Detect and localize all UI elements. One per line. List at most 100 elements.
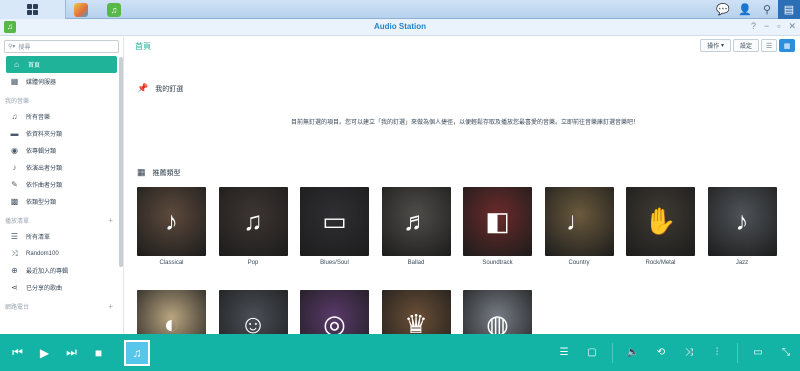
genre-tile[interactable]: ◐ <box>137 290 206 334</box>
genre-tile[interactable]: ◎ <box>300 290 369 334</box>
genre-tile[interactable]: ♪ <box>137 187 206 256</box>
genre-tile[interactable]: ◍ <box>463 290 532 334</box>
next-button[interactable]: ⏭ <box>58 334 85 371</box>
sidebar-item-composer[interactable]: ✎ 依作曲者分類 <box>0 176 123 193</box>
now-playing-cover[interactable]: ♫ <box>124 339 150 366</box>
user-icon[interactable]: 👤 <box>734 0 756 19</box>
genre-label: Blues/Soul <box>320 260 349 266</box>
search-placeholder: 搜尋 <box>18 45 31 51</box>
sidebar-item-shared-songs[interactable]: ⋖ 已分享的歌曲 <box>0 279 123 296</box>
sidebar-item-all-music[interactable]: ♫ 所有音樂 <box>0 108 123 125</box>
genre-tile[interactable]: ◧ <box>463 187 532 256</box>
play-icon: ▶ <box>39 345 50 360</box>
folder-icon: ▬ <box>10 129 19 138</box>
main-content: 首頁 操作 ▾ 設定 ☰ ▦ 📌 我的釘選 目前無釘選的項目。您可以建立「我的釘… <box>125 37 800 334</box>
sidebar-item-album[interactable]: ◉ 依專輯分類 <box>0 142 123 159</box>
search-field[interactable]: ⚲▾ 搜尋 <box>4 40 119 53</box>
server-icon: ▦ <box>10 77 19 86</box>
saxophone-icon: ♪ <box>735 206 749 236</box>
sidebar-item-media-server[interactable]: ▦ 媒體伺服器 <box>0 73 123 90</box>
playlist-section-header[interactable]: 播放清單 + <box>0 213 123 228</box>
expand-icon[interactable]: ⤡ <box>772 347 800 358</box>
sidebar-item-all-playlists[interactable]: ☰ 所有清單 <box>0 228 123 245</box>
genre-label: Pop <box>247 260 259 266</box>
separator <box>737 342 738 363</box>
boombox-icon: ◎ <box>323 309 346 334</box>
music-note-icon: ♫ <box>132 345 142 360</box>
shuffle-icon[interactable]: ⤨ <box>675 347 703 358</box>
genre-tile[interactable]: ♫ <box>218 187 288 256</box>
sidebar-item-genre[interactable]: ▩ 依類型分類 <box>0 193 123 210</box>
radio-section-header[interactable]: 網路電台 + <box>0 299 123 314</box>
genre-label: Classical <box>159 260 184 266</box>
settings-button[interactable]: 設定 <box>732 39 759 52</box>
sidebar-item-label: 已分享的歌曲 <box>26 286 63 292</box>
play-button[interactable]: ▶ <box>31 334 58 371</box>
sidebar-item-label: 依作曲者分類 <box>26 183 63 189</box>
genre-tile[interactable]: ▭ <box>300 187 369 256</box>
sidebar-item-label: 媒體伺服器 <box>26 80 57 86</box>
add-radio-icon[interactable]: + <box>108 302 113 311</box>
sidebar-scrollbar[interactable] <box>119 57 123 267</box>
sidebar-item-label: 依資料夾分類 <box>26 132 63 138</box>
section-title: 播放清單 <box>5 219 30 225</box>
action-label: 操作 <box>707 44 720 50</box>
widgets-icon[interactable]: ▤ <box>778 0 800 19</box>
sidebar-item-artist[interactable]: ♪ 依演出者分類 <box>0 159 123 176</box>
window-titlebar: ♫ Audio Station ? − ▫ ✕ <box>0 19 800 36</box>
genre-tile[interactable]: ♬ <box>381 187 451 256</box>
sidebar-item-home[interactable]: ⌂ 首頁 <box>6 56 117 73</box>
queue-icon[interactable]: ☰ <box>550 347 578 358</box>
previous-icon: ⏮ <box>12 345 23 359</box>
thumbnail-view-button[interactable]: ▦ <box>779 39 795 52</box>
repeat-icon[interactable]: ⟲ <box>647 347 675 358</box>
genre-tile[interactable]: ♛ <box>381 290 451 334</box>
list-view-button[interactable]: ☰ <box>761 39 777 52</box>
stop-button[interactable]: ■ <box>85 334 112 371</box>
volume-icon[interactable]: 🔈 <box>619 347 647 358</box>
minimize-button[interactable]: − <box>764 21 769 32</box>
microphone-icon: ♫ <box>243 206 263 236</box>
taskbar-app-audio[interactable]: ♫ <box>103 0 125 19</box>
sidebar-item-label: 所有清單 <box>26 235 51 241</box>
close-button[interactable]: ✕ <box>788 21 796 32</box>
sidebar-item-random100[interactable]: ⤨ Random100 <box>0 245 123 262</box>
taskbar-app-photo[interactable] <box>70 0 92 19</box>
sidebar-item-label: 依類型分類 <box>26 200 57 206</box>
action-button[interactable]: 操作 ▾ <box>700 39 731 52</box>
music-note-icon: ♫ <box>11 112 18 121</box>
rock-hand-icon: ✋ <box>644 206 677 236</box>
sidebar-item-label: 依專輯分類 <box>26 149 57 155</box>
equalizer-icon[interactable]: ⫶ <box>703 347 731 358</box>
genre-tile[interactable]: ✋ <box>626 187 695 256</box>
breadcrumb: 首頁 <box>135 42 151 51</box>
speakers-icon: ◧ <box>485 206 510 236</box>
taskbar: ♫ 💬 👤 ⚲ ▤ <box>0 0 800 19</box>
genre-tile[interactable]: ☺ <box>218 290 288 334</box>
lyrics-icon[interactable]: ▢ <box>578 347 606 358</box>
add-playlist-icon[interactable]: + <box>108 216 113 225</box>
genre-label: Soundtrack <box>482 260 513 266</box>
search-icon[interactable]: ⚲ <box>756 0 778 19</box>
main-menu-button[interactable] <box>0 0 66 19</box>
chat-icon[interactable]: 💬 <box>712 0 734 19</box>
help-button[interactable]: ? <box>751 21 756 32</box>
radio-icon: ▭ <box>322 206 347 236</box>
screen-icon[interactable]: ▭ <box>744 347 772 358</box>
genre-tile[interactable]: ♪ <box>707 187 777 256</box>
previous-button[interactable]: ⏮ <box>4 334 31 371</box>
next-icon: ⏭ <box>66 345 77 359</box>
sidebar-item-label: Random100 <box>26 250 59 257</box>
piano-icon: ♪ <box>165 206 178 236</box>
library-section-header[interactable]: 我的音樂 <box>0 93 123 108</box>
lion-icon: ♛ <box>404 309 428 334</box>
maximize-button[interactable]: ▫ <box>777 21 780 32</box>
sidebar-item-recent-albums[interactable]: ⊕ 最近加入的專輯 <box>0 262 123 279</box>
genre-tile[interactable]: ♩ <box>544 187 614 256</box>
sidebar-item-folder[interactable]: ▬ 依資料夾分類 <box>0 125 123 142</box>
search-icon: ⚲▾ <box>8 44 16 50</box>
sidebar-item-label: 依演出者分類 <box>26 166 63 172</box>
music-notes-icon: ♬ <box>403 206 429 236</box>
photo-station-icon <box>74 2 88 17</box>
grid-view-icon: ▦ <box>783 42 791 50</box>
